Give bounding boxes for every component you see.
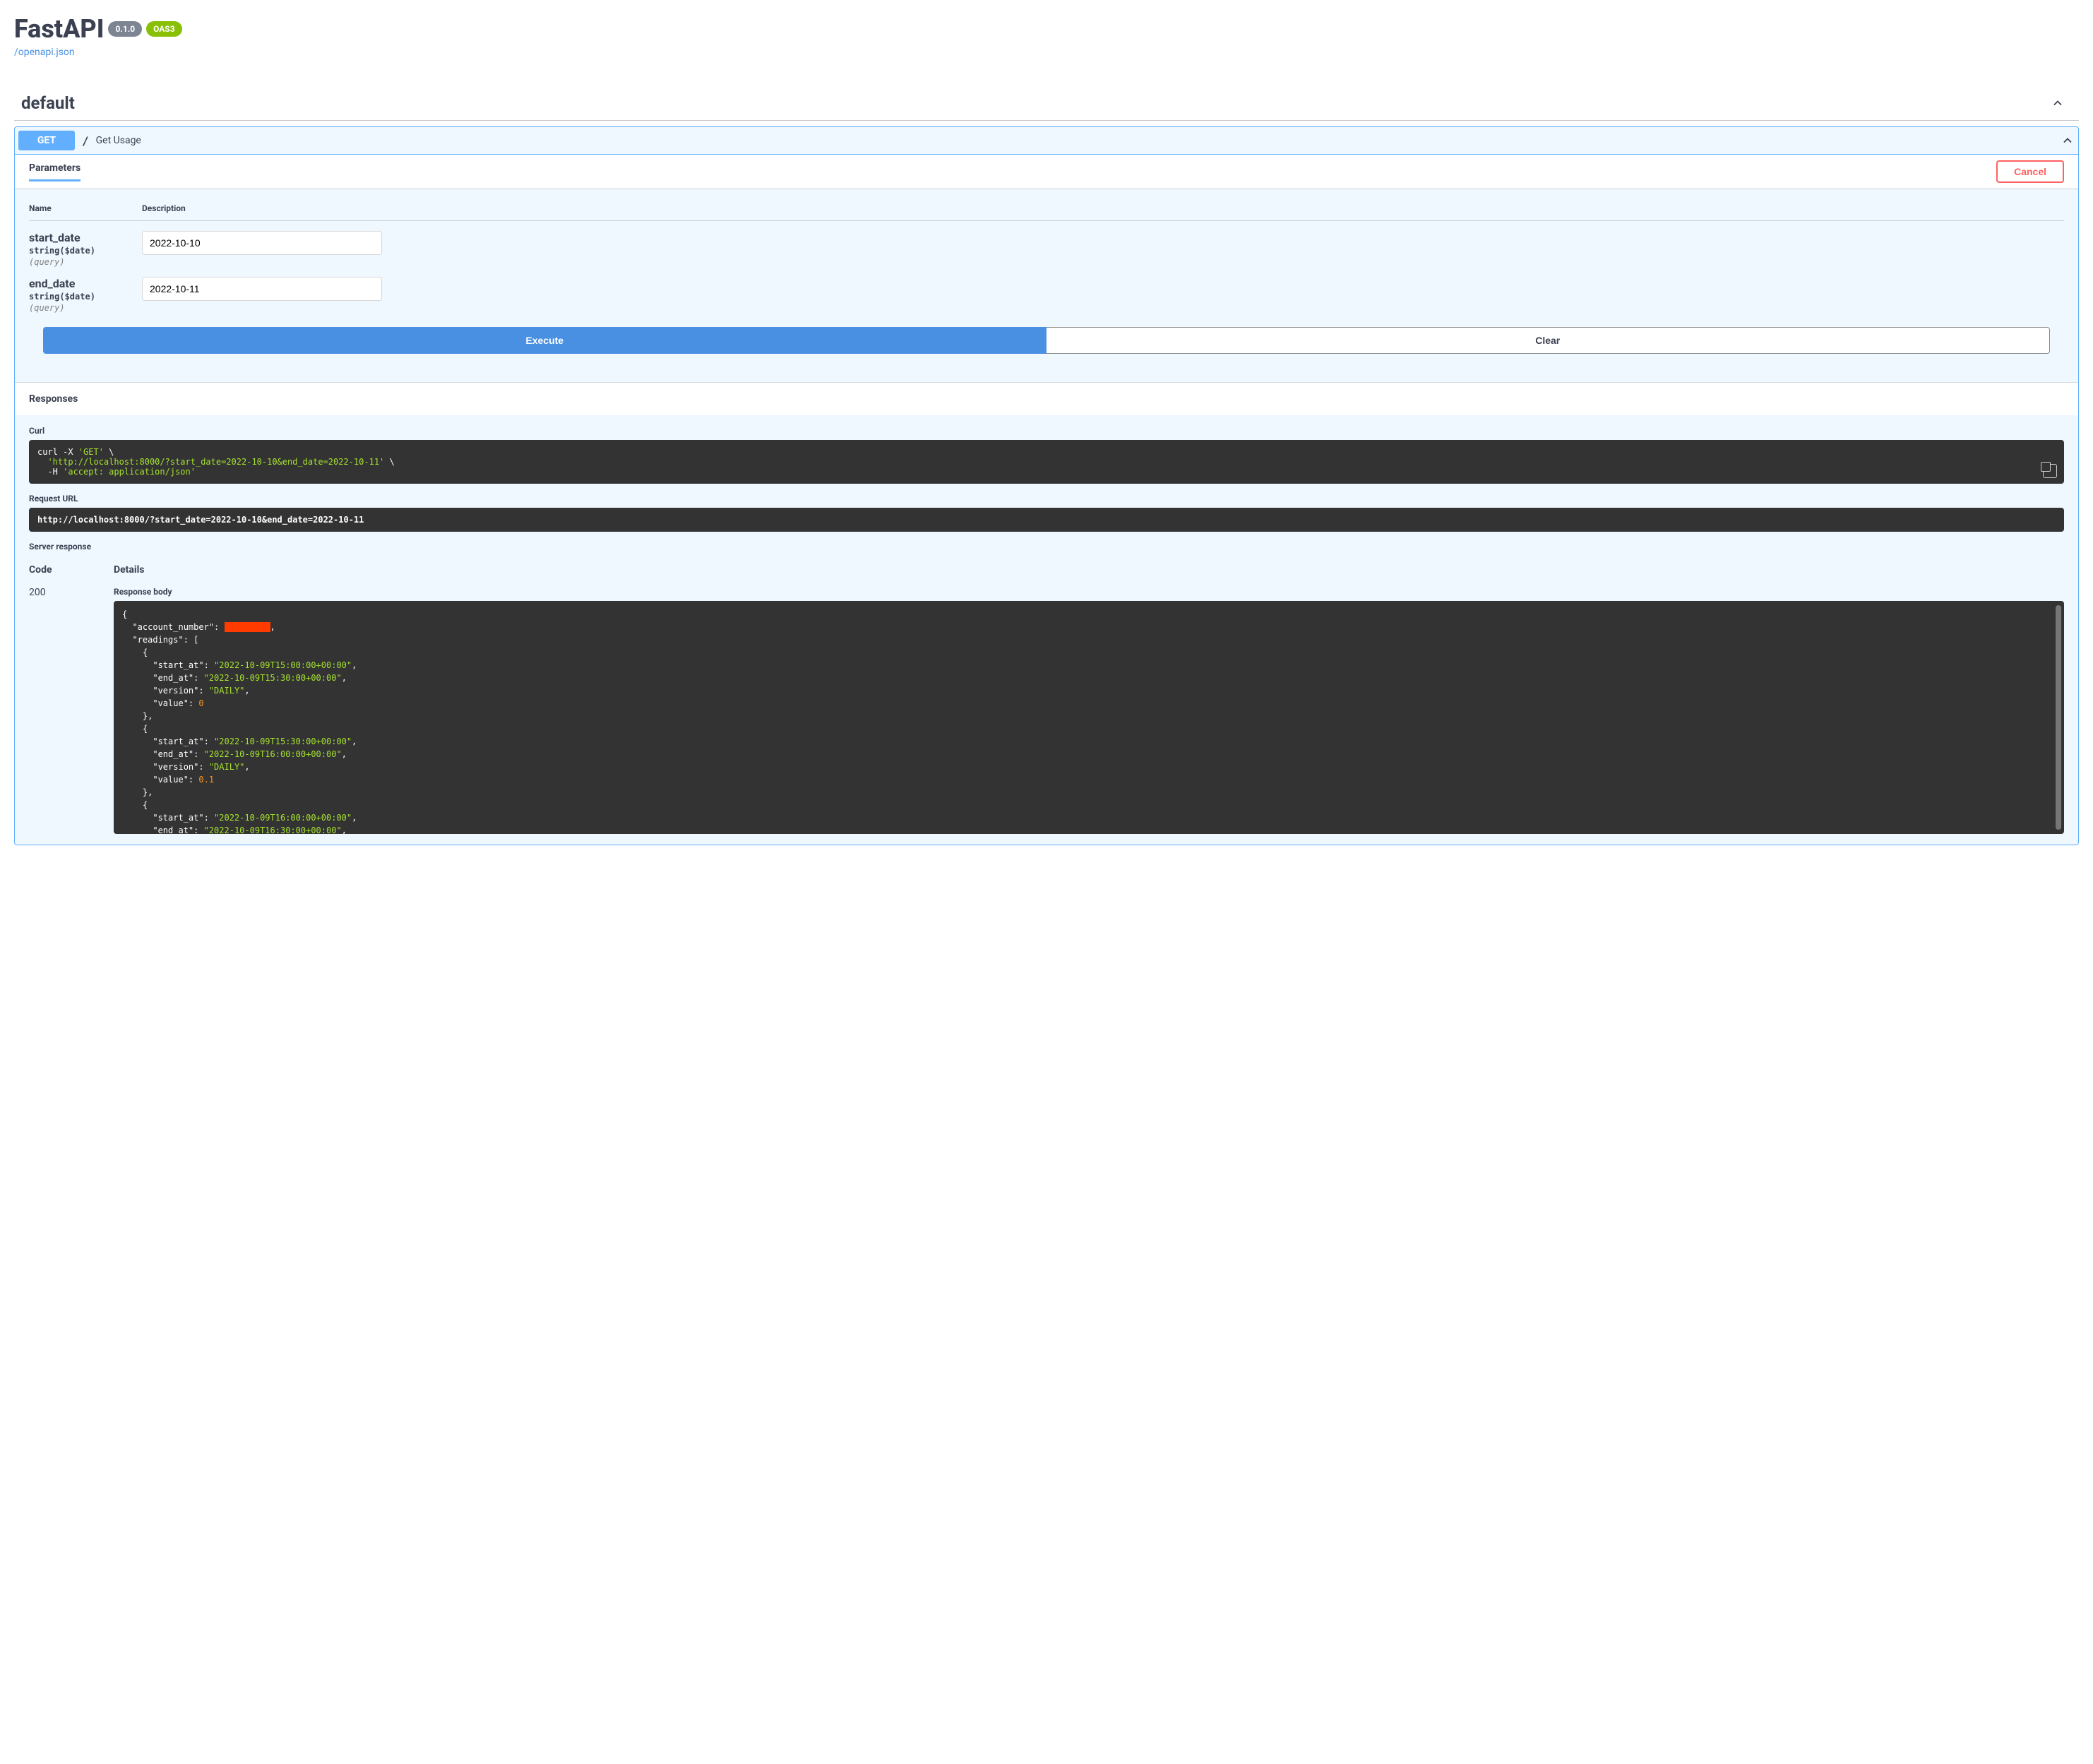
param-col-description: Description <box>142 203 186 213</box>
param-type: string($date) <box>29 292 142 302</box>
resp-status-code: 200 <box>29 587 85 834</box>
tag-default-header[interactable]: default <box>14 86 2079 121</box>
operation-get-usage: GET / Get Usage Parameters Cancel Name D… <box>14 126 2079 845</box>
resp-code-header: Code <box>29 564 85 576</box>
version-badge: 0.1.0 <box>108 21 142 37</box>
param-row-start-date: start_date string($date) (query) <box>29 221 2064 267</box>
param-name: start_date <box>29 231 142 244</box>
param-in: (query) <box>29 303 142 313</box>
scrollbar[interactable] <box>2056 605 2061 830</box>
parameters-title: Parameters <box>29 162 80 181</box>
param-in: (query) <box>29 257 142 267</box>
copy-icon[interactable] <box>2043 464 2057 478</box>
start-date-input[interactable] <box>142 231 382 255</box>
clear-button[interactable]: Clear <box>1046 327 2051 354</box>
curl-block: curl -X 'GET' \ 'http://localhost:8000/?… <box>29 440 2064 484</box>
end-date-input[interactable] <box>142 277 382 301</box>
param-row-end-date: end_date string($date) (query) <box>29 267 2064 313</box>
request-url-label: Request URL <box>29 494 2064 503</box>
app-title: FastAPI <box>14 14 104 44</box>
openapi-link[interactable]: /openapi.json <box>14 47 2079 58</box>
oas-badge: OAS3 <box>146 21 182 37</box>
tag-name: default <box>21 93 75 113</box>
http-method-badge: GET <box>18 131 75 150</box>
operation-path: / <box>82 134 89 148</box>
chevron-up-icon <box>2061 133 2075 148</box>
request-url-block: http://localhost:8000/?start_date=2022-1… <box>29 508 2064 532</box>
redacted-account-number <box>225 622 270 632</box>
responses-title: Responses <box>15 382 2078 415</box>
resp-details-header: Details <box>114 564 145 576</box>
param-col-name: Name <box>29 203 142 213</box>
curl-label: Curl <box>29 426 2064 436</box>
param-type: string($date) <box>29 246 142 256</box>
response-body-block: { "account_number": , "readings": [ { "s… <box>114 601 2064 834</box>
chevron-up-icon <box>2051 96 2065 110</box>
server-response-label: Server response <box>29 542 2064 552</box>
response-body-label: Response body <box>114 587 2064 597</box>
cancel-button[interactable]: Cancel <box>1996 160 2064 183</box>
execute-button[interactable]: Execute <box>43 327 1046 354</box>
operation-summary: Get Usage <box>96 135 141 146</box>
param-name: end_date <box>29 277 142 290</box>
operation-header[interactable]: GET / Get Usage <box>15 127 2078 154</box>
